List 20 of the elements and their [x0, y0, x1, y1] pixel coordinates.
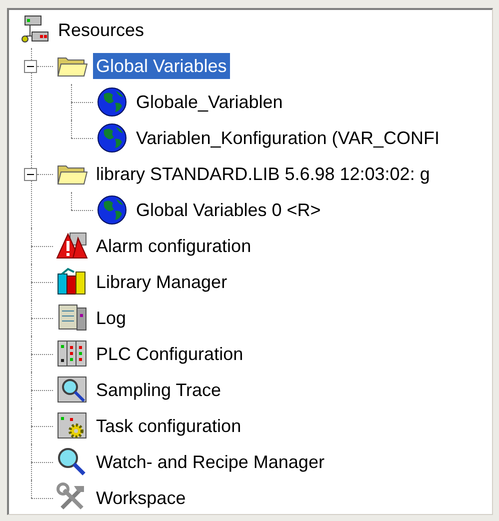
tree-item[interactable]: Sampling Trace	[93, 377, 224, 403]
tree-item[interactable]: Global Variables	[93, 53, 230, 79]
tree-item[interactable]: Workspace	[93, 485, 189, 511]
tree-item[interactable]: Resources	[55, 17, 148, 43]
globe-icon	[96, 86, 128, 118]
tree-item[interactable]: Global Variables 0 <R>	[133, 197, 324, 223]
collapse-toggle[interactable]	[24, 60, 37, 72]
search-icon	[56, 446, 88, 478]
tree-item[interactable]: Watch- and Recipe Manager	[93, 449, 328, 475]
tree-item[interactable]: Variablen_Konfiguration (VAR_CONFI	[133, 125, 442, 151]
globe-icon	[96, 194, 128, 226]
tree-item[interactable]: Globale_Variablen	[133, 89, 286, 115]
tree-item[interactable]: PLC Configuration	[93, 341, 246, 367]
tree-item[interactable]: Alarm configuration	[93, 233, 254, 259]
collapse-toggle[interactable]	[24, 168, 37, 180]
tree-item[interactable]: Library Manager	[93, 269, 230, 295]
globe-icon	[96, 122, 128, 154]
tree-item[interactable]: Log	[93, 305, 130, 331]
tree-item[interactable]: Task configuration	[93, 413, 244, 439]
tree-item[interactable]: library STANDARD.LIB 5.6.98 12:03:02: g	[93, 161, 433, 187]
